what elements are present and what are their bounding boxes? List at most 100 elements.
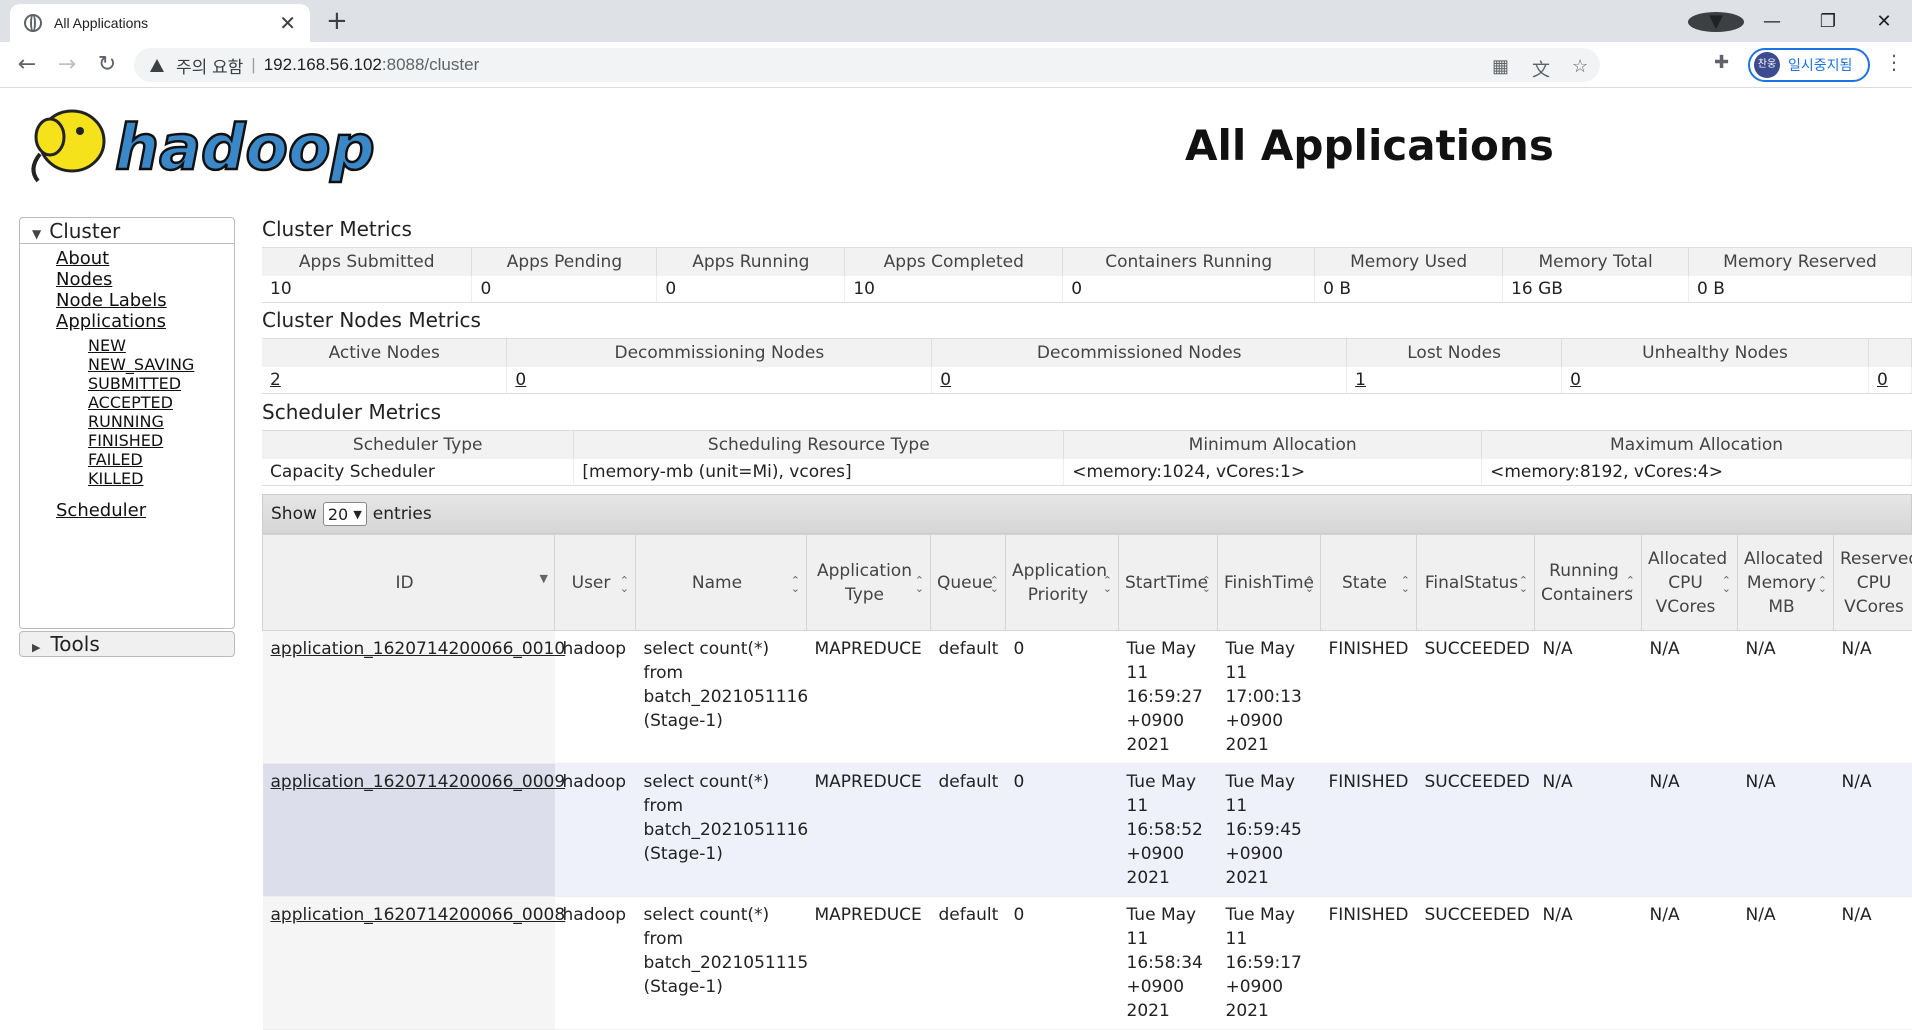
profile-button[interactable]: 찬웅 일시중지됨 — [1748, 48, 1870, 82]
cluster-nav-panel: ▼Cluster About Nodes Node Labels Applica… — [19, 217, 235, 629]
metric-header: Memory Used — [1315, 248, 1503, 276]
cluster-nodes-table: Active Nodes Decommissioning Nodes Decom… — [262, 338, 1912, 394]
table-row: application_1620714200066_0010 hadoop se… — [263, 631, 1912, 764]
metric-value: [memory-mb (unit=Mi), vcores] — [574, 459, 1064, 486]
qr-code-icon[interactable]: ▦ — [1492, 56, 1509, 77]
translate-icon[interactable]: ⽂ — [1532, 56, 1550, 82]
metric-header: Apps Submitted — [262, 248, 472, 276]
column-header-id[interactable]: ID ▼ — [263, 535, 555, 631]
user-cell: hadoop — [555, 631, 636, 764]
column-header-state[interactable]: State⌃⌄ — [1321, 535, 1417, 631]
tools-nav-header[interactable]: ▶Tools — [19, 631, 235, 657]
app-id-link[interactable]: application_1620714200066_0009 — [271, 772, 566, 792]
queue-cell: default — [931, 897, 1006, 1030]
nav-link-killed[interactable]: KILLED — [88, 469, 234, 488]
new-tab-button[interactable]: + — [326, 6, 348, 36]
column-header-reserved-cpu[interactable]: Reserved CPU VCores — [1834, 535, 1912, 631]
app-id-link[interactable]: application_1620714200066_0008 — [271, 905, 566, 925]
column-header-priority[interactable]: Application Priority⌃⌄ — [1006, 535, 1119, 631]
header-label: Name — [692, 573, 742, 593]
column-header-finish-time[interactable]: FinishTime⌃⌄ — [1218, 535, 1321, 631]
sort-icon: ⌃⌄ — [791, 577, 800, 593]
header-label: Reserved CPU VCores — [1840, 549, 1912, 617]
caret-right-icon: ▶ — [32, 641, 40, 654]
column-header-start-time[interactable]: StartTime⌃⌄ — [1119, 535, 1218, 631]
menu-dots-icon[interactable]: ⋮ — [1884, 50, 1904, 74]
finish-time-cell: Tue May 11 16:59:45 +0900 2021 — [1218, 764, 1321, 897]
nav-link-applications[interactable]: Applications — [56, 311, 234, 332]
page-size-select[interactable]: 20 ▼ — [323, 502, 367, 526]
reserved-cpu-cell: N/A — [1834, 897, 1912, 1030]
metric-header: Unhealthy Nodes — [1562, 339, 1869, 367]
table-length-bar: Show 20 ▼ entries — [262, 494, 1912, 534]
scheduler-metrics-title: Scheduler Metrics — [262, 400, 441, 424]
nav-link-running[interactable]: RUNNING — [88, 412, 234, 431]
nav-link-nodes[interactable]: Nodes — [56, 269, 234, 290]
sort-desc-icon: ▼ — [540, 575, 548, 583]
nav-link-scheduler[interactable]: Scheduler — [56, 500, 234, 521]
decommissioned-nodes-link[interactable]: 0 — [940, 370, 951, 390]
nav-link-failed[interactable]: FAILED — [88, 450, 234, 469]
type-cell: MAPREDUCE — [807, 897, 931, 1030]
profile-menu-icon[interactable]: ▼ — [1688, 11, 1744, 32]
column-header-alloc-cpu[interactable]: Allocated CPU VCores⌃⌄ — [1642, 535, 1738, 631]
active-nodes-link[interactable]: 2 — [270, 370, 281, 390]
minimize-icon[interactable]: — — [1744, 11, 1800, 32]
browser-tab[interactable]: All Applications ✕ — [10, 4, 310, 42]
reload-icon[interactable]: ↻ — [92, 50, 122, 80]
column-header-app-type[interactable]: Application Type⌃⌄ — [807, 535, 931, 631]
nav-link-about[interactable]: About — [56, 248, 234, 269]
finish-time-cell: Tue May 11 16:59:17 +0900 2021 — [1218, 897, 1321, 1030]
priority-cell: 0 — [1006, 764, 1119, 897]
unhealthy-nodes-link[interactable]: 0 — [1570, 370, 1581, 390]
close-tab-icon[interactable]: ✕ — [279, 13, 296, 33]
finish-time-cell: Tue May 11 17:00:13 +0900 2021 — [1218, 631, 1321, 764]
header-label: StartTime — [1125, 573, 1208, 593]
column-header-running-containers[interactable]: Running Containers⌃⌄ — [1535, 535, 1642, 631]
restore-icon[interactable]: ❐ — [1800, 11, 1856, 32]
column-header-queue[interactable]: Queue⌃⌄ — [931, 535, 1006, 631]
extensions-icon[interactable]: ✚ — [1714, 52, 1729, 73]
user-cell: hadoop — [555, 764, 636, 897]
running-containers-cell: N/A — [1535, 897, 1642, 1030]
close-window-icon[interactable]: ✕ — [1856, 11, 1912, 32]
metric-value: 0 — [472, 276, 657, 303]
app-id-cell: application_1620714200066_0008 — [263, 897, 555, 1030]
sort-icon: ⌃⌄ — [1202, 577, 1211, 593]
applications-table: ID ▼ User⌃⌄ Name ⌃⌄ Application Type⌃⌄ Que… — [262, 534, 1912, 1030]
warning-icon[interactable] — [150, 59, 164, 72]
extra-nodes-link[interactable]: 0 — [1877, 370, 1888, 390]
reserved-cpu-cell: N/A — [1834, 631, 1912, 764]
header-label: ID — [395, 573, 413, 593]
insecure-label[interactable]: 주의 요함 — [176, 53, 243, 78]
header-label: Queue — [937, 573, 993, 593]
browser-tab-bar: All Applications ✕ + ▼ — ❐ ✕ — [0, 0, 1912, 42]
star-icon[interactable]: ☆ — [1572, 56, 1588, 77]
window-controls: ▼ — ❐ ✕ — [1688, 0, 1912, 42]
nav-link-new-saving[interactable]: NEW_SAVING — [88, 355, 234, 374]
decommissioning-nodes-link[interactable]: 0 — [515, 370, 526, 390]
nav-link-accepted[interactable]: ACCEPTED — [88, 393, 234, 412]
alloc-mem-cell: N/A — [1738, 897, 1834, 1030]
sort-icon: ⌃⌄ — [915, 577, 924, 593]
lost-nodes-link[interactable]: 1 — [1355, 370, 1366, 390]
column-header-alloc-mem[interactable]: Allocated Memory MB⌃⌄ — [1738, 535, 1834, 631]
app-id-cell: application_1620714200066_0010 — [263, 631, 555, 764]
nav-link-node-labels[interactable]: Node Labels — [56, 290, 234, 311]
metric-value: 0 — [507, 367, 932, 394]
chevron-down-icon: ▼ — [353, 508, 361, 521]
back-icon[interactable]: ← — [12, 50, 42, 80]
nav-link-new[interactable]: NEW — [88, 336, 234, 355]
cluster-nav-header[interactable]: ▼Cluster — [20, 218, 234, 244]
start-time-cell: Tue May 11 16:58:52 +0900 2021 — [1119, 764, 1218, 897]
sort-icon: ⌃⌄ — [1722, 577, 1731, 593]
app-id-link[interactable]: application_1620714200066_0010 — [271, 639, 566, 659]
column-header-user[interactable]: User⌃⌄ — [555, 535, 636, 631]
column-header-final-status[interactable]: FinalStatus⌃⌄ — [1417, 535, 1535, 631]
forward-icon[interactable]: → — [52, 50, 82, 80]
nav-link-submitted[interactable]: SUBMITTED — [88, 374, 234, 393]
sort-icon: ⌃⌄ — [1401, 577, 1410, 593]
nav-link-finished[interactable]: FINISHED — [88, 431, 234, 450]
column-header-name[interactable]: Name ⌃⌄ — [636, 535, 807, 631]
url-input[interactable]: 주의 요함 | 192.168.56.102 :8088/cluster ☆ ⽂… — [134, 48, 1600, 82]
